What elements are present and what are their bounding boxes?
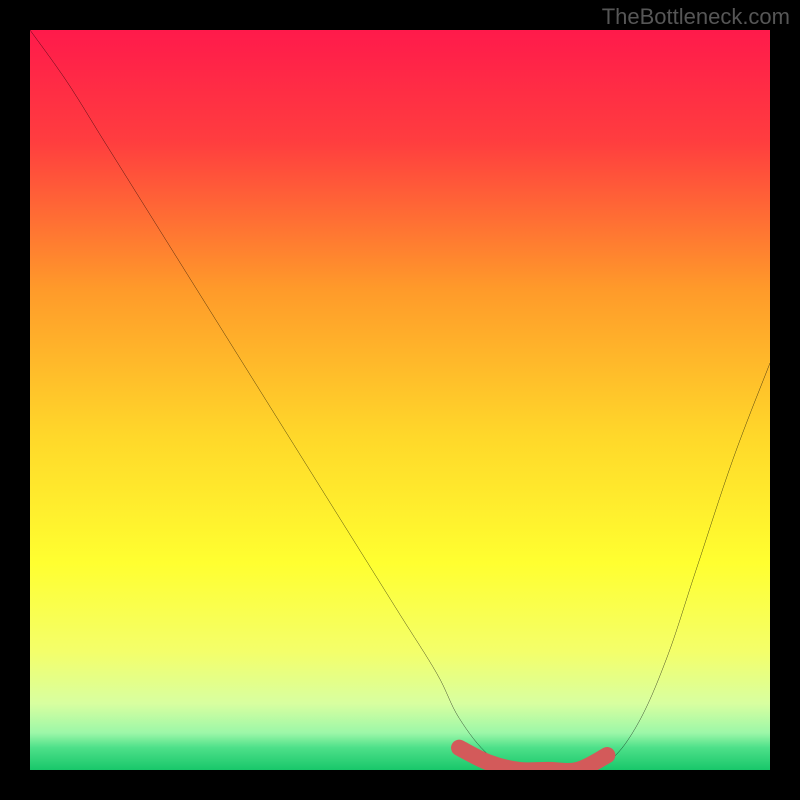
bottleneck-curve [30, 30, 770, 770]
chart-frame: TheBottleneck.com [0, 0, 800, 800]
plot-area [30, 30, 770, 770]
watermark-text: TheBottleneck.com [602, 4, 790, 30]
minimum-band-dot-right [600, 748, 615, 763]
minimum-band [459, 748, 607, 770]
curve-layer [30, 30, 770, 770]
minimum-band-dot-left [453, 741, 466, 754]
